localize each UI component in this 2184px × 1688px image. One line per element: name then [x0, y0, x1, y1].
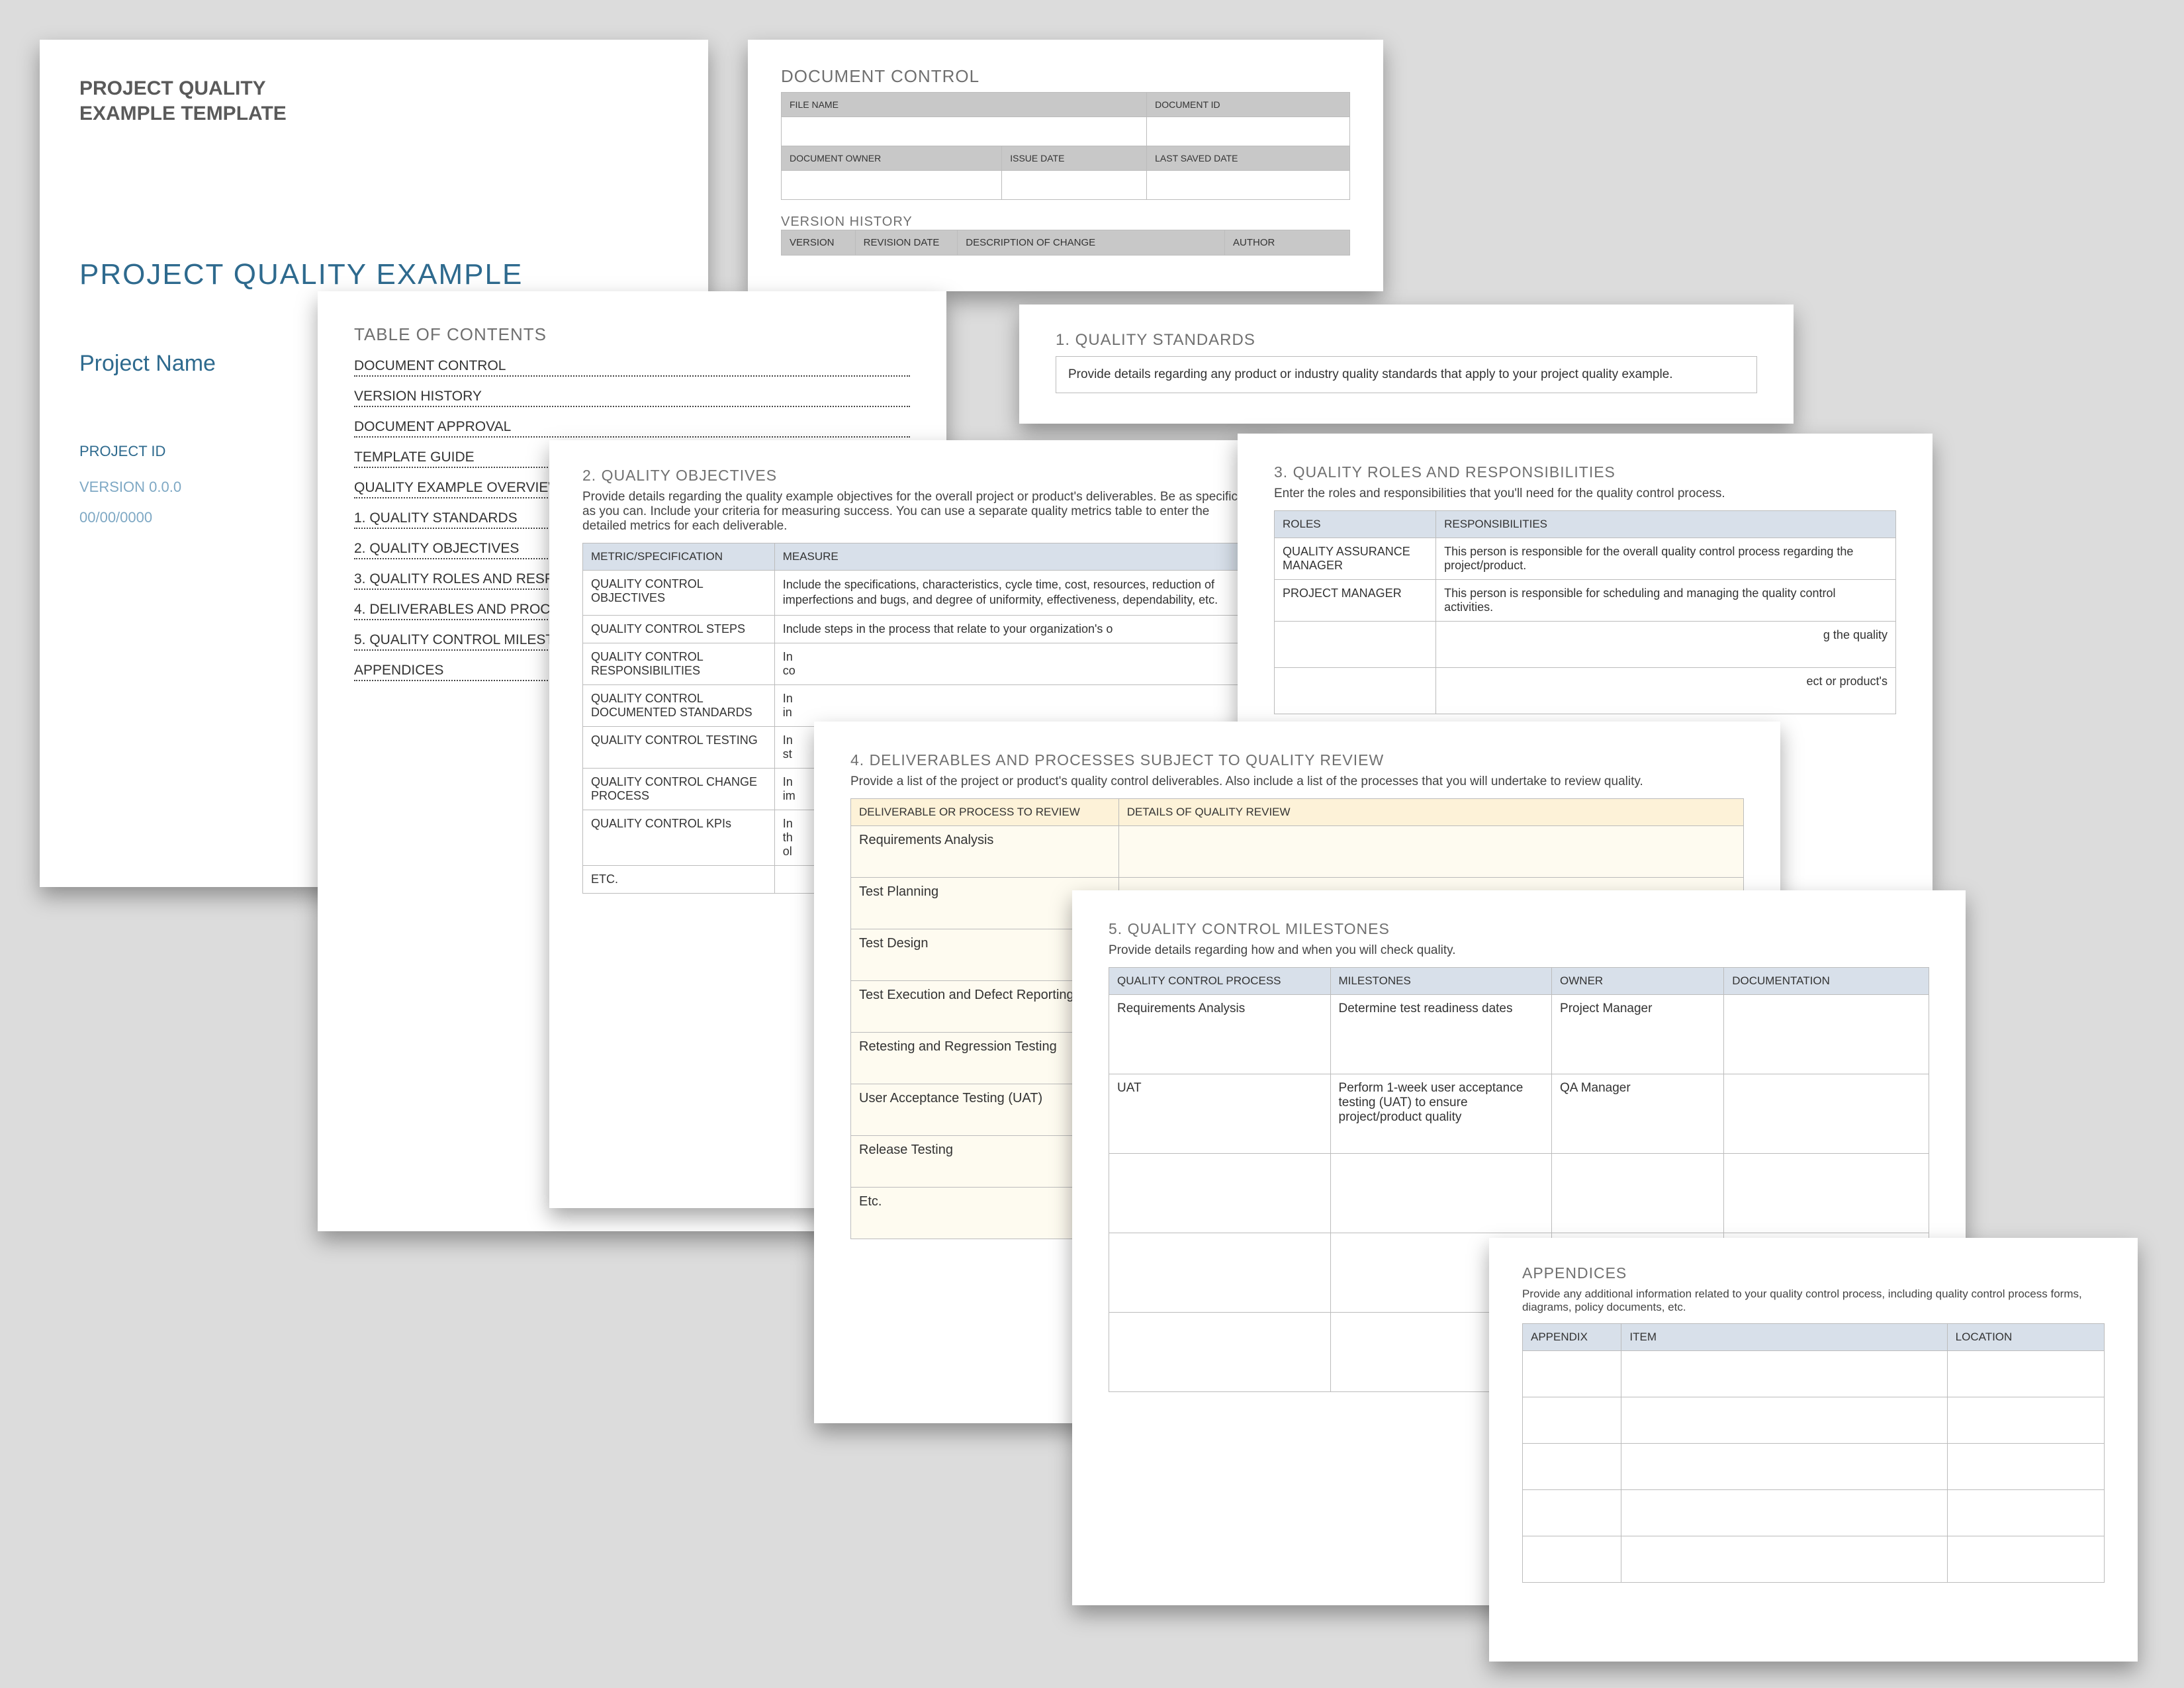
version-history-heading: VERSION HISTORY	[781, 214, 1350, 230]
del-row: Requirements Analysis	[851, 826, 1119, 878]
obj-m: QUALITY CONTROL DOCUMENTED STANDARDS	[583, 684, 775, 726]
doc-control-heading: DOCUMENT CONTROL	[781, 66, 1350, 87]
vh-author: AUTHOR	[1225, 230, 1350, 256]
file-name-header: FILE NAME	[782, 93, 1147, 117]
roles-th2: RESPONSIBILITIES	[1436, 511, 1896, 538]
ms-th1: QUALITY CONTROL PROCESS	[1109, 968, 1331, 995]
milestones-text: Provide details regarding how and when y…	[1109, 943, 1929, 958]
doc-owner-header: DOCUMENT OWNER	[782, 146, 1002, 171]
milestones-heading: 5. QUALITY CONTROL MILESTONES	[1109, 920, 1929, 938]
role-name: QUALITY ASSURANCE MANAGER	[1275, 538, 1436, 580]
roles-text: Enter the roles and responsibilities tha…	[1274, 487, 1896, 501]
doc-owner-cell	[782, 171, 1002, 200]
obj-d: Include steps in the process that relate…	[774, 615, 1244, 643]
apx-cell	[1523, 1397, 1621, 1444]
obj-m: QUALITY CONTROL TESTING	[583, 726, 775, 768]
role-name	[1275, 622, 1436, 668]
apx-cell	[1523, 1536, 1621, 1583]
appendices-table: APPENDIX ITEM LOCATION	[1522, 1323, 2105, 1583]
ms-c: Project Manager	[1552, 995, 1724, 1074]
vh-version: VERSION	[782, 230, 856, 256]
obj-m: QUALITY CONTROL STEPS	[583, 615, 775, 643]
role-name	[1275, 668, 1436, 714]
standards-text: Provide details regarding any product or…	[1056, 356, 1757, 393]
ms-th2: MILESTONES	[1330, 968, 1552, 995]
appendices-text: Provide any additional information relat…	[1522, 1288, 2105, 1314]
del-th2: DETAILS OF QUALITY REVIEW	[1118, 799, 1743, 826]
obj-m: QUALITY CONTROL RESPONSIBILITIES	[583, 643, 775, 684]
role-frag: g the quality	[1436, 622, 1896, 668]
obj-m: QUALITY CONTROL CHANGE PROCESS	[583, 768, 775, 810]
role-desc: This person is responsible for the overa…	[1436, 538, 1896, 580]
obj-d: In in	[774, 684, 1244, 726]
appendices-page: APPENDICES Provide any additional inform…	[1489, 1238, 2138, 1662]
role-name: PROJECT MANAGER	[1275, 580, 1436, 622]
ms-a	[1109, 1154, 1331, 1233]
obj-d: In co	[774, 643, 1244, 684]
toc-item: VERSION HISTORY	[354, 389, 910, 407]
document-id-header: DOCUMENT ID	[1147, 93, 1350, 117]
appendices-heading: APPENDICES	[1522, 1264, 2105, 1282]
ms-b: Determine test readiness dates	[1330, 995, 1552, 1074]
role-desc: This person is responsible for schedulin…	[1436, 580, 1896, 622]
apx-cell	[1523, 1351, 1621, 1397]
deliverables-heading: 4. DELIVERABLES AND PROCESSES SUBJECT TO…	[850, 751, 1744, 769]
ms-a: UAT	[1109, 1074, 1331, 1154]
apx-th2: ITEM	[1621, 1324, 1947, 1351]
obj-m: QUALITY CONTROL OBJECTIVES	[583, 571, 775, 616]
role-frag: ect or product's	[1436, 668, 1896, 714]
ms-b: Perform 1-week user acceptance testing (…	[1330, 1074, 1552, 1154]
obj-m: ETC.	[583, 865, 775, 893]
doc-control-table: FILE NAME DOCUMENT ID DOCUMENT OWNER ISS…	[781, 92, 1350, 200]
obj-th2: MEASURE	[774, 543, 1244, 571]
brand-line1: PROJECT QUALITY	[79, 76, 668, 101]
ms-th4: DOCUMENTATION	[1724, 968, 1929, 995]
del-th1: DELIVERABLE OR PROCESS TO REVIEW	[851, 799, 1119, 826]
ms-d	[1724, 1074, 1929, 1154]
apx-th1: APPENDIX	[1523, 1324, 1621, 1351]
obj-th1: METRIC/SPECIFICATION	[583, 543, 775, 571]
document-id-cell	[1147, 117, 1350, 146]
objectives-heading: 2. QUALITY OBJECTIVES	[582, 467, 1244, 485]
file-name-cell	[782, 117, 1147, 146]
doc-title: PROJECT QUALITY EXAMPLE	[79, 258, 668, 291]
vh-desc: DESCRIPTION OF CHANGE	[958, 230, 1225, 256]
deliverables-text: Provide a list of the project or product…	[850, 774, 1744, 789]
issue-date-cell	[1002, 171, 1147, 200]
last-saved-header: LAST SAVED DATE	[1147, 146, 1350, 171]
ms-th3: OWNER	[1552, 968, 1724, 995]
last-saved-cell	[1147, 171, 1350, 200]
apx-cell	[1523, 1490, 1621, 1536]
toc-item: DOCUMENT APPROVAL	[354, 419, 910, 438]
roles-table: ROLES RESPONSIBILITIES QUALITY ASSURANCE…	[1274, 510, 1896, 714]
roles-th1: ROLES	[1275, 511, 1436, 538]
roles-heading: 3. QUALITY ROLES AND RESPONSIBILITIES	[1274, 463, 1896, 481]
standards-heading: 1. QUALITY STANDARDS	[1056, 331, 1757, 350]
objectives-text: Provide details regarding the quality ex…	[582, 490, 1244, 534]
ms-a: Requirements Analysis	[1109, 995, 1331, 1074]
toc-item: DOCUMENT CONTROL	[354, 358, 910, 377]
obj-d: Include the specifications, characterist…	[774, 571, 1244, 616]
apx-th3: LOCATION	[1947, 1324, 2104, 1351]
version-history-table: VERSION REVISION DATE DESCRIPTION OF CHA…	[781, 230, 1350, 256]
obj-m: QUALITY CONTROL KPIs	[583, 810, 775, 865]
apx-cell	[1523, 1444, 1621, 1490]
vh-rev-date: REVISION DATE	[855, 230, 958, 256]
toc-heading: TABLE OF CONTENTS	[354, 324, 910, 345]
standards-page: 1. QUALITY STANDARDS Provide details reg…	[1019, 305, 1794, 424]
brand-line2: EXAMPLE TEMPLATE	[79, 101, 668, 126]
ms-a	[1109, 1233, 1331, 1313]
issue-date-header: ISSUE DATE	[1002, 146, 1147, 171]
ms-c: QA Manager	[1552, 1074, 1724, 1154]
ms-a	[1109, 1313, 1331, 1392]
ms-d	[1724, 995, 1929, 1074]
document-control-page: DOCUMENT CONTROL FILE NAME DOCUMENT ID D…	[748, 40, 1383, 291]
standards-body: Provide details regarding any product or…	[1068, 367, 1673, 381]
